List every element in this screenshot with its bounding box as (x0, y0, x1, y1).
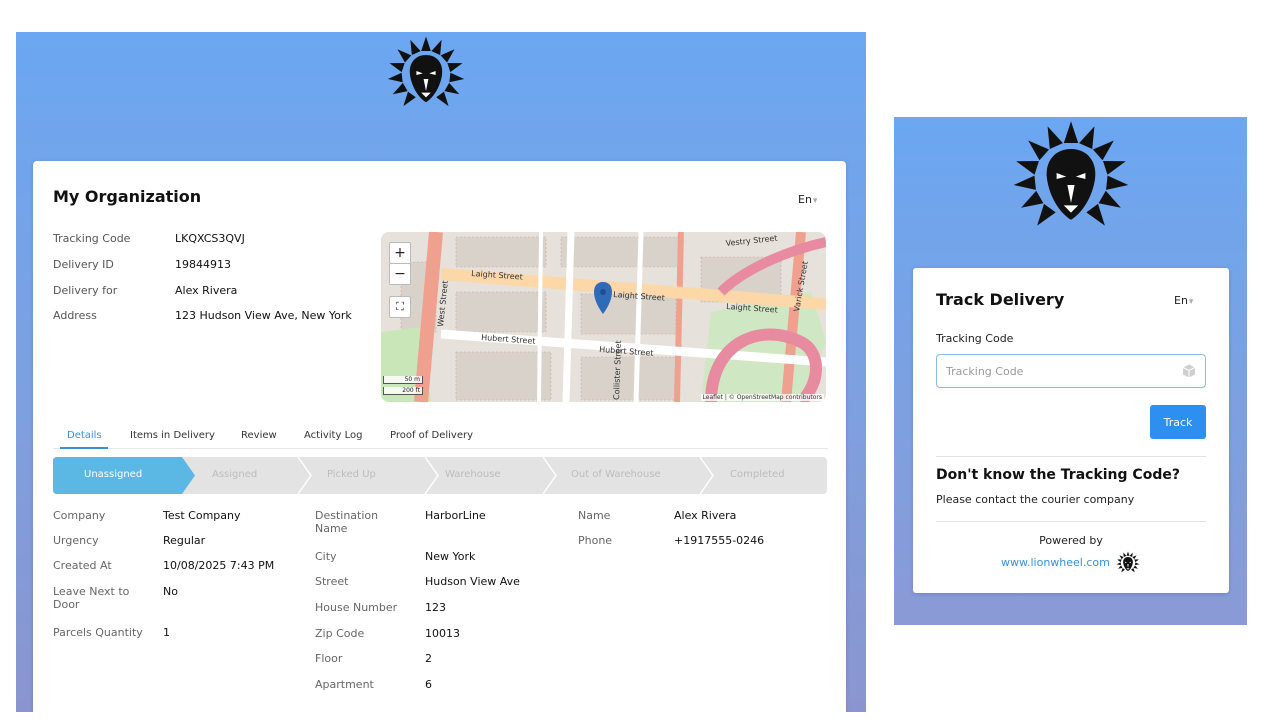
tab-items-in-delivery[interactable]: Items in Delivery (130, 430, 215, 441)
step-completed: Completed (730, 469, 785, 480)
language-selector[interactable]: En▾ (798, 193, 817, 206)
lionwheel-link[interactable]: www.lionwheel.com (1001, 556, 1110, 569)
detail-value: Alex Rivera (674, 509, 737, 522)
map-tiles: Laight Street Laight Street Laight Stree… (381, 232, 826, 402)
info-label: Delivery ID (53, 258, 114, 271)
delivery-card: My Organization En▾ Tracking Code LKQXCS… (33, 161, 846, 712)
detail-label: Phone (578, 534, 613, 547)
detail-value: Hudson View Ave (425, 575, 520, 588)
dont-know-code-title: Don't know the Tracking Code? (936, 467, 1180, 483)
detail-value: 6 (425, 678, 432, 691)
lionwheel-logo-icon (386, 35, 466, 115)
detail-label: Created At (53, 559, 112, 572)
tab-details[interactable]: Details (67, 430, 102, 441)
info-value: Alex Rivera (175, 284, 238, 297)
detail-label: Name (578, 509, 611, 522)
detail-urgency: Urgency Regular (53, 534, 205, 547)
map-zoom-in-button[interactable]: + (389, 242, 411, 264)
language-selector[interactable]: En▾ (1174, 294, 1193, 307)
step-picked-up: Picked Up (327, 469, 376, 480)
step-warehouse: Warehouse (445, 469, 501, 480)
detail-value: +1917555-0246 (674, 534, 765, 547)
tab-review[interactable]: Review (241, 430, 277, 441)
step-unassigned: Unassigned (84, 469, 143, 480)
detail-value: New York (425, 550, 476, 563)
detail-label: City (315, 550, 337, 563)
detail-floor: Floor 2 (315, 652, 432, 665)
detail-value: 10/08/2025 7:43 PM (163, 559, 275, 572)
info-label: Tracking Code (53, 232, 131, 245)
detail-zip-code: Zip Code 10013 (315, 627, 460, 640)
detail-label: Apartment (315, 678, 374, 691)
tracking-code-input[interactable] (936, 354, 1206, 388)
detail-street: Street Hudson View Ave (315, 575, 520, 588)
info-label: Delivery for (53, 284, 118, 297)
detail-city: City New York (315, 550, 475, 563)
dont-know-code-text: Please contact the courier company (936, 493, 1135, 506)
detail-tabs: Details Items in Delivery Review Activit… (53, 423, 828, 449)
info-value: LKQXCS3QVJ (175, 232, 245, 245)
detail-label: Destination (315, 509, 379, 522)
detail-phone: Phone +1917555-0246 (578, 534, 764, 547)
tracking-code-label: Tracking Code (936, 332, 1014, 345)
detail-value: Test Company (163, 509, 241, 522)
detail-company: Company Test Company (53, 509, 241, 522)
detail-label: Company (53, 509, 106, 522)
track-button[interactable]: Track (1150, 405, 1206, 439)
map-attribution[interactable]: Leaflet | © OpenStreetMap contributors (700, 394, 824, 401)
map-scale-imperial: 200 ft (383, 387, 423, 395)
track-title: Track Delivery (936, 290, 1065, 309)
detail-label: Parcels Quantity (53, 626, 143, 639)
detail-label: Zip Code (315, 627, 365, 640)
detail-parcels-quantity: Parcels Quantity 1 (53, 626, 170, 639)
delivery-status-steps: Unassigned Assigned Picked Up Warehouse … (53, 457, 827, 494)
package-icon (1182, 364, 1196, 378)
tracking-page-preview: My Organization En▾ Tracking Code LKQXCS… (16, 32, 866, 712)
tab-proof-of-delivery[interactable]: Proof of Delivery (390, 430, 473, 441)
detail-label: Floor (315, 652, 343, 665)
detail-apartment: Apartment 6 (315, 678, 432, 691)
info-label: Address (53, 309, 97, 322)
detail-leave-next-to-door: Leave Next to Door No (53, 585, 178, 611)
track-delivery-preview: Track Delivery En▾ Tracking Code Track D… (894, 117, 1247, 625)
info-value: 19844913 (175, 258, 231, 271)
divider (936, 521, 1206, 522)
delivery-map[interactable]: Laight Street Laight Street Laight Stree… (381, 232, 826, 402)
detail-label-line2: Door (53, 598, 80, 611)
detail-label: Street (315, 575, 349, 588)
detail-label: Urgency (53, 534, 99, 547)
detail-value: 1 (163, 626, 170, 639)
step-assigned: Assigned (212, 469, 258, 480)
detail-house-number: House Number 123 (315, 601, 446, 614)
detail-recipient-name: Name Alex Rivera (578, 509, 736, 522)
powered-by-label: Powered by (1039, 534, 1103, 547)
detail-destination-name: Destination Name HarborLine (315, 509, 486, 535)
lionwheel-small-logo-icon (1116, 551, 1140, 575)
lionwheel-logo-icon (1011, 119, 1131, 239)
active-tab-indicator (60, 447, 108, 449)
status-steps-bar (53, 457, 827, 494)
chevron-down-icon: ▾ (812, 196, 818, 206)
step-out-of-warehouse: Out of Warehouse (571, 469, 661, 480)
detail-label-line2: Name (315, 522, 348, 535)
detail-value: Regular (163, 534, 206, 547)
detail-label: House Number (315, 601, 398, 614)
detail-value: 123 (425, 601, 446, 614)
map-fullscreen-button[interactable]: ⛶ (389, 296, 411, 318)
detail-created-at: Created At 10/08/2025 7:43 PM (53, 559, 274, 572)
detail-value: HarborLine (425, 509, 486, 522)
chevron-down-icon: ▾ (1188, 297, 1194, 307)
map-zoom-out-button[interactable]: − (389, 263, 411, 285)
tab-activity-log[interactable]: Activity Log (304, 430, 362, 441)
detail-value: 10013 (425, 627, 460, 640)
divider (936, 456, 1206, 457)
map-scale-metric: 50 m (383, 376, 423, 384)
detail-value: No (163, 585, 178, 598)
organization-title: My Organization (53, 187, 202, 206)
info-value: 123 Hudson View Ave, New York (175, 309, 352, 322)
detail-label: Leave Next to (53, 585, 130, 598)
track-delivery-card: Track Delivery En▾ Tracking Code Track D… (913, 268, 1229, 593)
detail-value: 2 (425, 652, 432, 665)
